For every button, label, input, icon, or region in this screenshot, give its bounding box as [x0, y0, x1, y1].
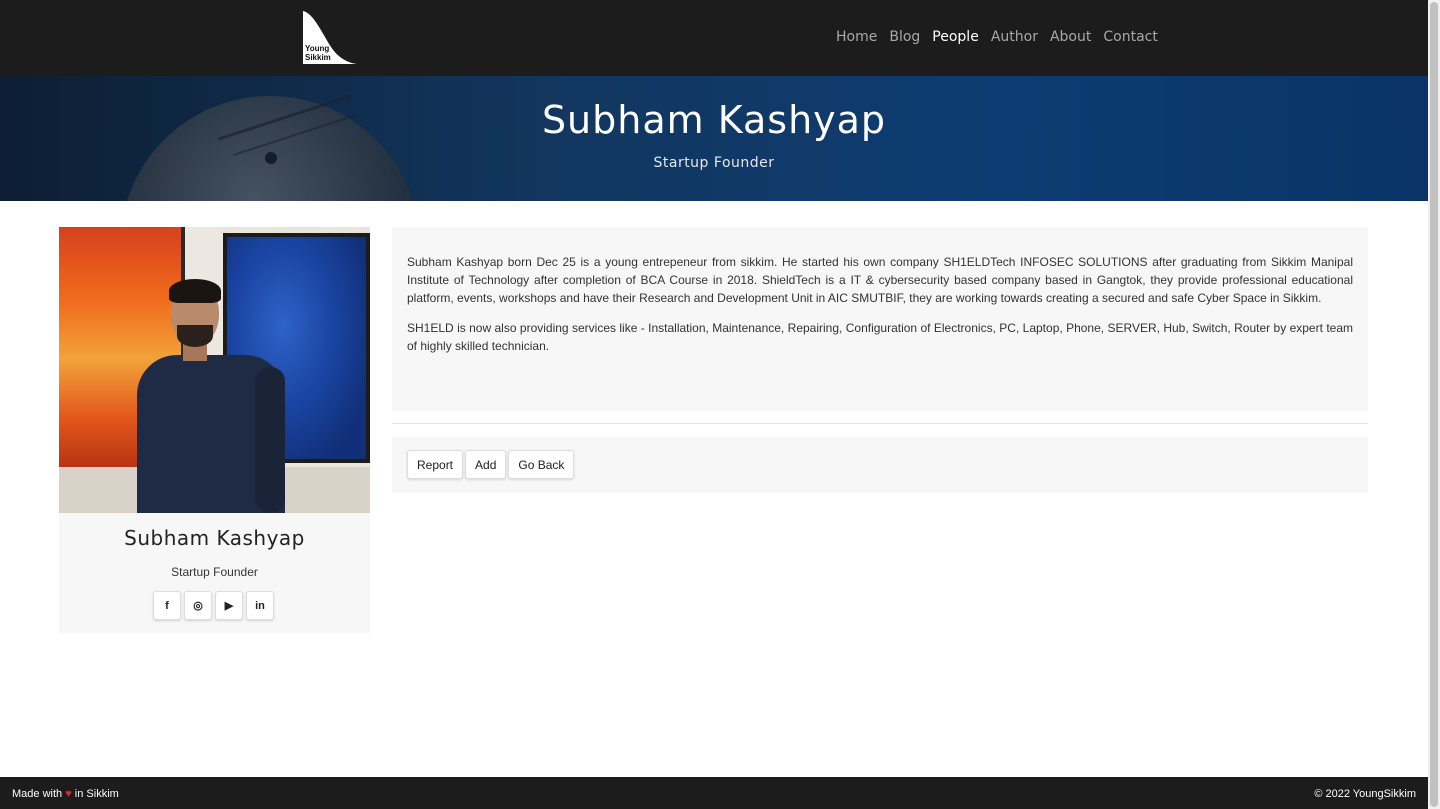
hero-banner: Subham Kashyap Startup Founder	[0, 76, 1428, 201]
profile-name: Subham Kashyap	[124, 526, 305, 550]
bio-paragraph: Subham Kashyap born Dec 25 is a young en…	[407, 255, 1353, 305]
bio-paragraph: SH1ELD is now also providing services li…	[407, 321, 1353, 353]
instagram-button[interactable]: ◎	[184, 591, 212, 620]
social-links: f ◎ ▶ in	[153, 591, 274, 620]
instagram-icon: ◎	[193, 600, 203, 612]
add-button[interactable]: Add	[465, 450, 507, 479]
nav-author[interactable]: Author	[991, 29, 1038, 45]
logo-text: Young Sikkim	[305, 44, 331, 62]
nav-about[interactable]: About	[1050, 29, 1091, 45]
section-divider	[392, 423, 1368, 424]
photo-person-beard	[177, 325, 213, 347]
page-scrollbar[interactable]	[1428, 0, 1440, 809]
footer-made-suffix: in Sikkim	[74, 788, 119, 800]
footer: Made with ♥ in Sikkim © 2022 YoungSikkim	[0, 777, 1428, 809]
footer-made-with: Made with ♥ in Sikkim	[12, 788, 119, 800]
navbar: Young Sikkim Home Blog People Author Abou…	[0, 0, 1428, 76]
action-bar: Report Add Go Back	[392, 437, 1368, 493]
bio-section: Subham Kashyap born Dec 25 is a young en…	[392, 227, 1368, 411]
hero-subtitle: Startup Founder	[653, 155, 775, 171]
linkedin-icon: in	[255, 599, 265, 612]
report-button[interactable]: Report	[407, 450, 464, 479]
photo-person-hair	[169, 279, 221, 303]
linkedin-button[interactable]: in	[246, 591, 274, 620]
go-back-button[interactable]: Go Back	[508, 450, 575, 479]
facebook-button[interactable]: f	[153, 591, 181, 620]
site-logo[interactable]: Young Sikkim	[303, 11, 357, 65]
hero-title: Subham Kashyap	[541, 98, 887, 142]
heart-icon: ♥	[65, 788, 72, 800]
profile-photo	[59, 227, 370, 513]
photo-person-arm	[255, 367, 285, 513]
profile-role: Startup Founder	[171, 565, 258, 579]
nav-blog[interactable]: Blog	[889, 29, 920, 45]
main-nav: Home Blog People Author About Contact	[836, 29, 1158, 45]
facebook-icon: f	[165, 599, 169, 612]
youtube-icon: ▶	[224, 600, 234, 612]
youtube-button[interactable]: ▶	[215, 591, 243, 620]
nav-home[interactable]: Home	[836, 29, 877, 45]
footer-copyright: © 2022 YoungSikkim	[1314, 788, 1416, 800]
profile-card: Subham Kashyap Startup Founder f ◎ ▶ in	[59, 227, 370, 633]
nav-contact[interactable]: Contact	[1103, 29, 1157, 45]
scrollbar-thumb[interactable]	[1430, 2, 1438, 807]
footer-made-prefix: Made with	[12, 788, 63, 800]
nav-people[interactable]: People	[932, 29, 979, 45]
